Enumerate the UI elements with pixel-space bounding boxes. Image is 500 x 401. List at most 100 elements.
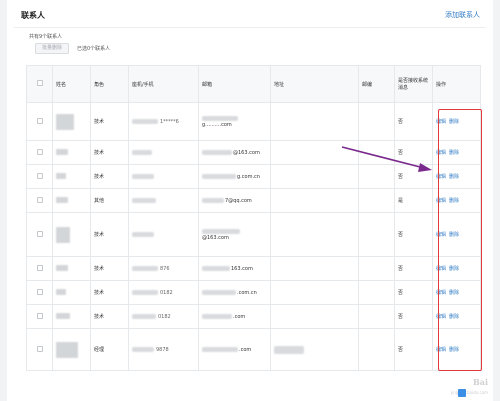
add-contact-link[interactable]: 添加联系人	[445, 10, 480, 20]
row-checkbox[interactable]	[36, 312, 43, 319]
delete-link[interactable]: 删除	[449, 290, 459, 296]
col-address: 地址	[270, 65, 359, 103]
email-cell: .com	[198, 304, 271, 329]
row-checkbox[interactable]	[36, 345, 43, 352]
delete-link[interactable]: 删除	[449, 198, 459, 204]
col-phone: 座机/手机	[128, 65, 199, 103]
select-all-cell[interactable]	[26, 65, 53, 103]
email-redacted	[202, 313, 232, 319]
row-select-cell[interactable]	[26, 256, 53, 281]
delete-link[interactable]: 删除	[449, 174, 459, 180]
contacts-table: 姓名 角色 座机/手机 邮箱 地址 邮编 是否接收系统消息 操作 技术 1****…	[26, 65, 481, 371]
edit-link[interactable]: 编辑	[436, 198, 446, 204]
email-cell: g.com.cn	[198, 164, 271, 189]
watermark-url: jingyan.baidu.com	[451, 390, 488, 395]
email-cell: 163.com	[198, 256, 271, 281]
row-select-cell[interactable]	[26, 280, 53, 305]
row-select-cell[interactable]	[26, 188, 53, 213]
name-redacted	[56, 173, 66, 180]
address-cell	[270, 140, 359, 165]
zip-cell	[358, 328, 395, 371]
col-receive: 是否接收系统消息	[394, 65, 433, 103]
table-row: 技术 876 163.com 否编辑 删除	[26, 256, 481, 281]
batch-delete-button[interactable]: 批量删除	[35, 43, 69, 54]
col-zip: 邮编	[358, 65, 395, 103]
edit-link[interactable]: 编辑	[436, 150, 446, 156]
delete-link[interactable]: 删除	[449, 150, 459, 156]
email-redacted	[202, 115, 238, 121]
email-text: 163.com	[231, 265, 253, 272]
email-cell: 7@qq.com	[198, 188, 271, 213]
row-checkbox[interactable]	[36, 196, 43, 203]
row-select-cell[interactable]	[26, 304, 53, 329]
table-row: 技术 0182 .com 否编辑 删除	[26, 304, 481, 329]
email-text: .com	[233, 313, 246, 320]
zip-cell	[358, 304, 395, 329]
actions-cell: 编辑 删除	[432, 164, 481, 189]
phone-redacted	[132, 289, 158, 295]
select-all-checkbox[interactable]	[36, 80, 43, 86]
row-select-cell[interactable]	[26, 328, 53, 371]
email-redacted	[202, 289, 236, 295]
edit-link[interactable]: 编辑	[436, 266, 446, 272]
delete-link[interactable]: 删除	[449, 119, 459, 125]
phone-redacted	[132, 265, 158, 271]
row-select-cell[interactable]	[26, 140, 53, 165]
phone-cell: 1*****6	[128, 102, 199, 141]
phone-redacted	[132, 149, 152, 155]
name-redacted	[56, 149, 68, 156]
row-checkbox[interactable]	[36, 288, 43, 295]
edit-link[interactable]: 编辑	[436, 347, 446, 353]
actions-cell: 编辑 删除	[432, 328, 481, 371]
receive-cell: 否	[394, 304, 433, 329]
watermark-logo: Bai	[473, 377, 488, 387]
phone-redacted	[132, 173, 154, 179]
row-select-cell[interactable]	[26, 102, 53, 141]
delete-link[interactable]: 删除	[449, 347, 459, 353]
address-cell	[270, 212, 359, 257]
edit-link[interactable]: 编辑	[436, 290, 446, 296]
name-cell	[52, 140, 91, 165]
row-checkbox[interactable]	[36, 117, 43, 124]
watermark-brand: Bai	[473, 377, 488, 387]
address-cell	[270, 188, 359, 213]
receive-cell: 否	[394, 140, 433, 165]
row-checkbox[interactable]	[36, 172, 43, 179]
name-cell	[52, 280, 91, 305]
email-redacted	[202, 149, 232, 155]
delete-link[interactable]: 删除	[449, 232, 459, 238]
name-redacted	[56, 197, 68, 204]
phone-text: 0182	[160, 289, 173, 296]
role-cell: 技术	[90, 304, 129, 329]
pagination-button[interactable]	[458, 389, 466, 397]
divider	[14, 27, 486, 28]
row-checkbox[interactable]	[36, 230, 43, 237]
zip-cell	[358, 256, 395, 281]
delete-link[interactable]: 删除	[449, 314, 459, 320]
name-redacted	[56, 265, 68, 272]
actions-cell: 编辑 删除	[432, 188, 481, 213]
email-redacted	[202, 346, 238, 352]
address-redacted	[274, 345, 304, 354]
phone-text: 0182	[158, 313, 171, 320]
phone-redacted	[132, 346, 154, 352]
name-cell	[52, 256, 91, 281]
edit-link[interactable]: 编辑	[436, 232, 446, 238]
zip-cell	[358, 102, 395, 141]
row-checkbox[interactable]	[36, 148, 43, 155]
edit-link[interactable]: 编辑	[436, 119, 446, 125]
edit-link[interactable]: 编辑	[436, 174, 446, 180]
receive-cell: 否	[394, 256, 433, 281]
delete-link[interactable]: 删除	[449, 266, 459, 272]
row-select-cell[interactable]	[26, 212, 53, 257]
phone-text: 1*****6	[160, 118, 179, 125]
edit-link[interactable]: 编辑	[436, 314, 446, 320]
email-redacted	[202, 173, 236, 179]
row-select-cell[interactable]	[26, 164, 53, 189]
name-redacted	[56, 313, 70, 320]
role-cell: 其他	[90, 188, 129, 213]
name-redacted	[56, 289, 66, 296]
row-checkbox[interactable]	[36, 264, 43, 271]
email-text: g.com.cn	[237, 173, 260, 180]
address-cell	[270, 256, 359, 281]
